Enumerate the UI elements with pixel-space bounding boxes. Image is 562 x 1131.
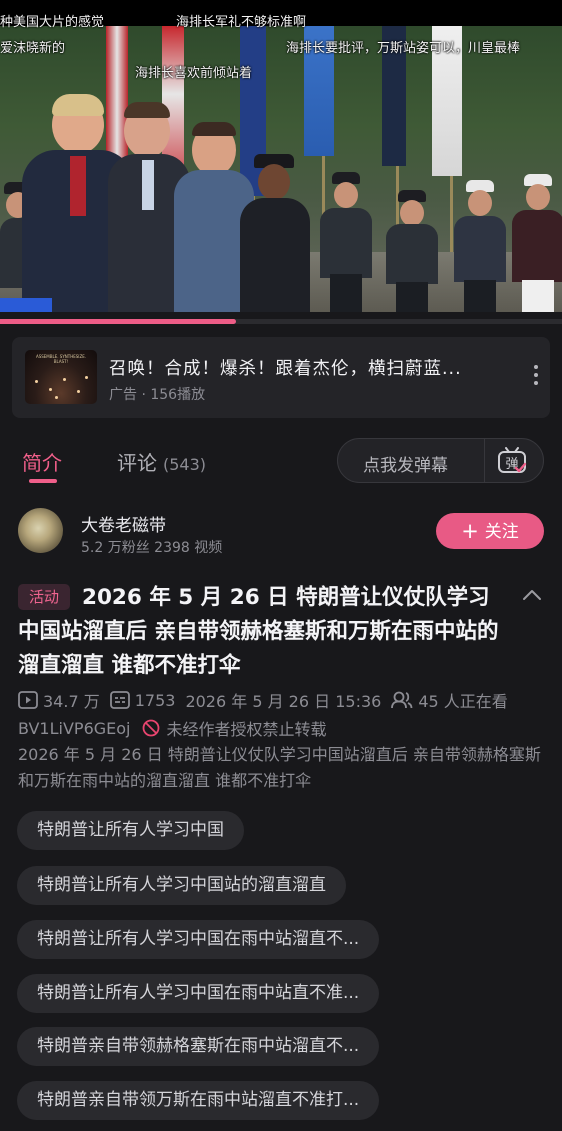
danmaku-settings-icon[interactable]: 弹: [497, 447, 527, 475]
publish-date: 2026 年 5 月 26 日 15:36: [185, 692, 382, 711]
tag-chip[interactable]: 特朗普让所有人学习中国: [17, 811, 244, 850]
danmaku-input-placeholder: 点我发弹幕: [363, 456, 448, 476]
ad-card[interactable]: ASSEMBLE. SYNTHESIZE. BLAST! 召唤！合成！爆杀！跟着…: [12, 337, 550, 418]
video-player[interactable]: 种美国大片的感觉 海排长军礼不够标准啊 爱沫晓新的 海排长要批评，万斯站姿可以，…: [0, 0, 562, 312]
danmaku-count: 1753: [134, 690, 176, 710]
video-title: 2026 年 5 月 26 日 特朗普让仪仗队学习中国站溜直后 亲自带领赫格塞斯…: [18, 585, 499, 678]
ad-title[interactable]: 召唤！合成！爆杀！跟着杰伦，横扫蔚蓝...: [109, 355, 462, 380]
bvid[interactable]: BV1LiVP6GEoj: [18, 719, 130, 738]
no-repost-icon: [143, 719, 160, 737]
danmaku-count-icon: [109, 691, 130, 709]
avatar[interactable]: [18, 508, 63, 553]
danmaku-text: 海排长军礼不够标准啊: [176, 15, 307, 30]
activity-badge[interactable]: 活动: [18, 584, 71, 610]
danmaku-text: 种美国大片的感觉: [0, 15, 105, 30]
follow-label: 关注: [484, 522, 519, 542]
video-frame: [0, 26, 562, 312]
follow-button[interactable]: + 关注: [436, 513, 544, 549]
video-stats: 34.7 万 1753 2026 年 5 月 26 日 15:36 45 人正在…: [18, 689, 518, 711]
tag-chip[interactable]: 特朗普亲自带领赫格塞斯在雨中站溜直不...: [17, 1027, 380, 1066]
watching-count: 45 人正在看: [418, 692, 508, 711]
progress-bar[interactable]: [0, 319, 562, 324]
danmaku-input[interactable]: 点我发弹幕 弹: [337, 438, 544, 483]
view-count: 34.7 万: [43, 692, 100, 711]
danmaku-text: 爱沫晓新的: [0, 41, 66, 56]
chevron-up-icon[interactable]: [522, 588, 542, 602]
tag-chip[interactable]: 特朗普让所有人学习中国在雨中站直不准...: [17, 974, 380, 1013]
tab-comments[interactable]: 评论 (543): [117, 447, 206, 476]
tab-intro[interactable]: 简介: [22, 447, 62, 476]
viewers-icon: [391, 691, 413, 709]
danmaku-text: 海排长喜欢前倾站着: [135, 66, 253, 81]
danmaku-text: 海排长要批评，万斯站姿可以，川皇最棒: [286, 41, 521, 56]
copyright-notice: 未经作者授权禁止转载: [166, 720, 327, 739]
ad-meta: 广告 · 156播放: [109, 387, 206, 403]
ad-thumbnail-title: ASSEMBLE. SYNTHESIZE. BLAST!: [35, 354, 87, 364]
tag-chip[interactable]: 特朗普让所有人学习中国站的溜直溜直: [17, 866, 346, 905]
plus-icon: +: [461, 519, 479, 543]
tag-chip[interactable]: 特朗普亲自带领万斯在雨中站溜直不准打...: [17, 1081, 380, 1120]
play-count-icon: [18, 691, 38, 709]
tab-comments-label: 评论: [117, 451, 157, 475]
video-ids: BV1LiVP6GEoj 未经作者授权禁止转载: [18, 716, 327, 740]
progress-bar-fill: [0, 319, 237, 324]
video-description: 2026 年 5 月 26 日 特朗普让仪仗队学习中国站溜直后 亲自带领赫格塞斯…: [18, 745, 541, 790]
news-ticker-strip: [0, 298, 52, 312]
more-icon[interactable]: [532, 365, 540, 391]
tab-intro-underline: [29, 479, 57, 483]
ad-thumbnail: ASSEMBLE. SYNTHESIZE. BLAST!: [25, 350, 97, 404]
author-stats: 5.2 万粉丝 2398 视频: [81, 540, 223, 556]
author-name[interactable]: 大卷老磁带: [81, 511, 166, 536]
tag-chip[interactable]: 特朗普让所有人学习中国在雨中站溜直不...: [17, 920, 380, 959]
comments-count: (543): [163, 455, 207, 474]
